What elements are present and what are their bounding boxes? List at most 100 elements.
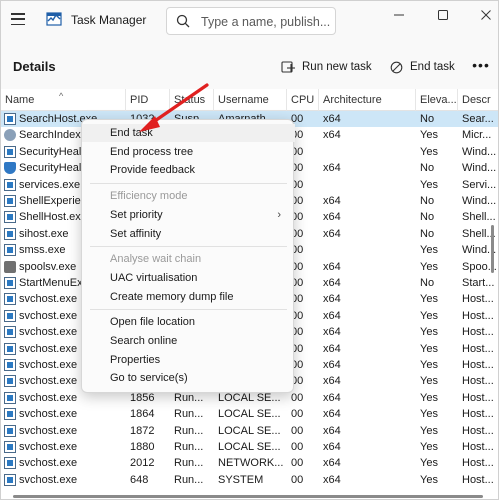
- maximize-button[interactable]: [431, 5, 455, 25]
- cell-description: Host...: [462, 473, 494, 486]
- hamburger-menu-icon[interactable]: [11, 13, 25, 25]
- run-new-task-button[interactable]: Run new task: [281, 55, 372, 79]
- menu-item-open-file-location[interactable]: Open file location: [82, 313, 295, 331]
- cell-username: LOCAL SE...: [218, 408, 281, 421]
- cell-elevated: Yes: [420, 359, 438, 371]
- cell-elevated: No: [420, 162, 435, 175]
- cell-elevated: Yes: [420, 424, 438, 437]
- cell-description: Start...: [462, 277, 495, 289]
- column-header-elevated[interactable]: Eleva...: [416, 89, 458, 111]
- end-task-icon: [390, 61, 403, 73]
- cell-architecture: x64: [323, 293, 341, 306]
- menu-item-label: Open file location: [110, 316, 195, 329]
- cell-pid: 2012: [130, 457, 155, 470]
- cell-description: Wind...: [462, 162, 497, 175]
- menu-item-label: Analyse wait chain: [110, 253, 202, 266]
- more-options-button[interactable]: •••: [469, 55, 493, 79]
- cell-elevated: Yes: [420, 293, 438, 306]
- cell-elevated: Yes: [420, 244, 438, 257]
- table-row[interactable]: svchost.exe 1864 Run... LOCAL SE... 00 x64 Yes…: [1, 406, 498, 422]
- menu-item-end-task[interactable]: End task: [82, 124, 295, 142]
- cell-elevated: Yes: [420, 129, 438, 142]
- cell-cpu: 00: [291, 473, 304, 486]
- column-header-name[interactable]: Name ^: [1, 89, 126, 111]
- run-new-task-icon: [281, 61, 295, 73]
- end-task-label: End task: [410, 61, 455, 73]
- cell-description: Host...: [462, 424, 494, 437]
- minimize-button[interactable]: [387, 5, 411, 25]
- cell-status: Run...: [174, 408, 204, 421]
- cell-cpu: 00: [291, 457, 304, 470]
- cell-description: Shell...: [462, 211, 496, 224]
- cell-architecture: x64: [323, 129, 341, 142]
- cell-status: Run...: [174, 424, 204, 437]
- cell-elevated: No: [420, 211, 435, 224]
- column-header-status[interactable]: Status: [170, 89, 214, 111]
- cell-elevated: Yes: [420, 342, 438, 355]
- cell-pid: 648: [130, 473, 149, 486]
- table-header: Name ^ PID Status Username CPU Architect…: [1, 89, 498, 111]
- menu-item-create-memory-dump-file[interactable]: Create memory dump file: [82, 288, 295, 306]
- cell-architecture: x64: [323, 408, 341, 421]
- cell-name: svchost.exe: [19, 441, 78, 453]
- cell-elevated: Yes: [420, 441, 438, 453]
- cell-description: Host...: [462, 375, 494, 388]
- cell-pid: 1880: [130, 441, 155, 453]
- cell-architecture: x64: [323, 391, 341, 404]
- cell-elevated: Yes: [420, 309, 438, 322]
- column-header-description[interactable]: Descr: [458, 89, 498, 111]
- cell-description: Micr...: [462, 129, 492, 142]
- menu-separator: [90, 246, 287, 248]
- menu-item-label: Create memory dump file: [110, 290, 234, 303]
- cell-pid: 1872: [130, 424, 155, 437]
- cell-architecture: [319, 144, 416, 160]
- search-input[interactable]: [201, 13, 331, 30]
- menu-item-label: End task: [110, 127, 153, 139]
- cell-elevated: No: [420, 113, 435, 125]
- close-button[interactable]: [474, 5, 498, 25]
- column-header-pid[interactable]: PID: [126, 89, 170, 111]
- cell-description: Host...: [462, 391, 494, 404]
- cell-architecture: x64: [323, 457, 341, 470]
- title-bar: Task Manager: [1, 1, 498, 41]
- cell-elevated: Yes: [420, 457, 438, 470]
- column-header-username[interactable]: Username: [214, 89, 287, 111]
- cell-architecture: x64: [323, 211, 341, 224]
- run-new-task-label: Run new task: [302, 61, 372, 73]
- cell-elevated: Yes: [420, 473, 438, 486]
- end-task-toolbar-button[interactable]: End task: [390, 55, 455, 79]
- search-box[interactable]: [166, 7, 336, 35]
- table-row[interactable]: svchost.exe 648 Run... SYSTEM 00 x64 Yes Host..…: [1, 472, 498, 488]
- menu-item-uac-virtualisation[interactable]: UAC virtualisation: [82, 269, 295, 287]
- cell-cpu: 00: [291, 391, 304, 404]
- cell-architecture: x64: [323, 195, 341, 207]
- cell-description: Wind...: [462, 195, 497, 207]
- table-row[interactable]: svchost.exe 1872 Run... LOCAL SE... 00 x64 Yes…: [1, 423, 498, 439]
- cell-architecture: x64: [323, 424, 341, 437]
- table-row[interactable]: svchost.exe 2012 Run... NETWORK... 00 x64 Yes H…: [1, 455, 498, 471]
- menu-item-label: End process tree: [110, 145, 194, 158]
- menu-item-go-to-service-s[interactable]: Go to service(s): [82, 369, 295, 387]
- vertical-scrollbar[interactable]: [491, 225, 494, 273]
- table-row[interactable]: svchost.exe 1880 Run... LOCAL SE... 00 x64 Yes…: [1, 439, 498, 455]
- menu-item-set-affinity[interactable]: Set affinity: [82, 225, 295, 243]
- column-header-architecture[interactable]: Architecture: [319, 89, 416, 111]
- cell-name: svchost.exe: [19, 408, 78, 421]
- menu-item-properties[interactable]: Properties: [82, 351, 295, 369]
- cell-name: svchost.exe: [19, 473, 78, 486]
- cell-description: Host...: [462, 342, 494, 355]
- minimize-icon: [394, 14, 404, 16]
- cell-description: Host...: [462, 457, 494, 470]
- menu-item-end-process-tree[interactable]: End process tree: [82, 143, 295, 161]
- menu-item-provide-feedback[interactable]: Provide feedback: [82, 161, 295, 179]
- horizontal-scrollbar[interactable]: [13, 495, 483, 498]
- cell-elevated: No: [420, 195, 435, 207]
- menu-item-label: Properties: [110, 353, 161, 366]
- cell-architecture: x64: [323, 375, 341, 388]
- cell-architecture: x64: [323, 113, 341, 125]
- menu-item-set-priority[interactable]: Set priority ›: [82, 206, 295, 224]
- menu-item-label: Search online: [110, 335, 178, 347]
- column-header-cpu[interactable]: CPU: [287, 89, 319, 111]
- cell-description: Host...: [462, 408, 494, 421]
- menu-item-search-online[interactable]: Search online: [82, 332, 295, 350]
